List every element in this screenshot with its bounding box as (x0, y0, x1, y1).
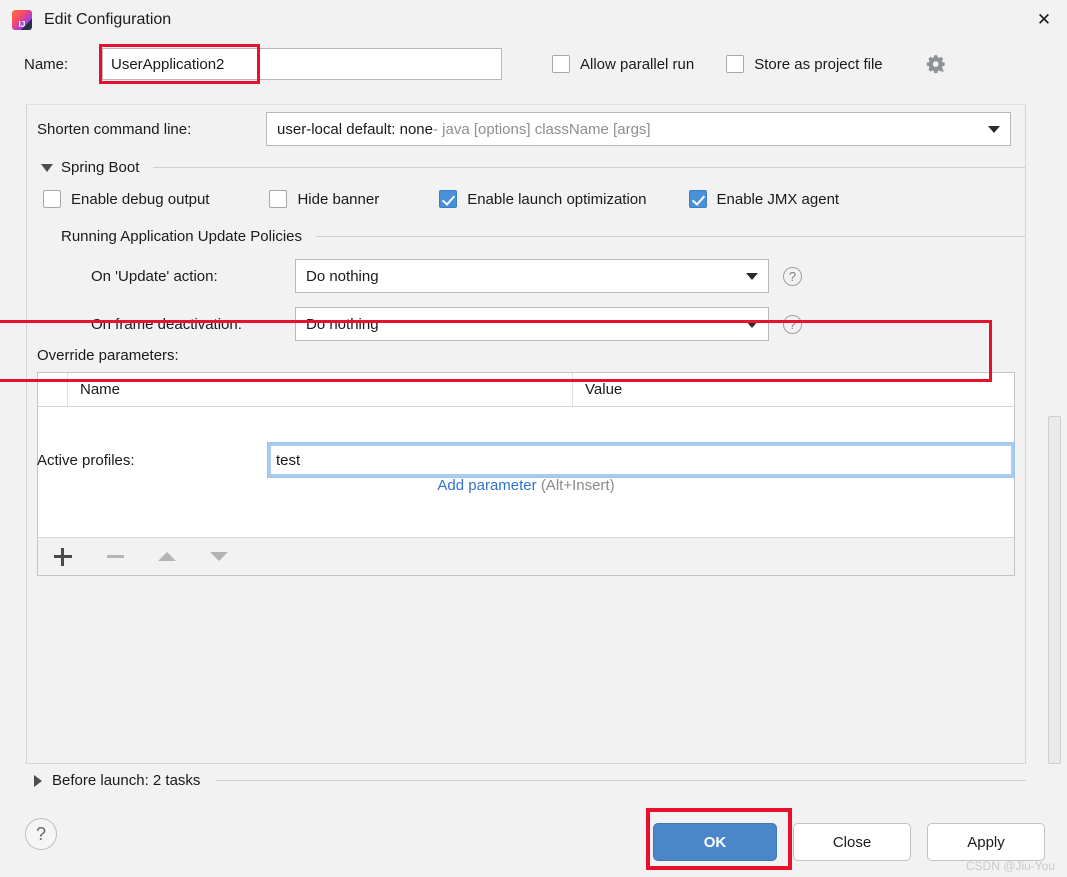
on-frame-deactivation-dropdown[interactable]: Do nothing (295, 307, 769, 341)
enable-debug-output-checkbox[interactable]: Enable debug output (43, 190, 209, 208)
dialog-footer: ? OK Close Apply (0, 805, 1067, 877)
close-button[interactable]: Close (793, 823, 911, 861)
store-as-project-file-label: Store as project file (754, 56, 882, 73)
footer-buttons: OK Close Apply (653, 823, 1045, 861)
name-label: Name: (24, 56, 88, 73)
active-profiles-row: Active profiles: (27, 429, 1025, 491)
update-policies-group-header: Running Application Update Policies (27, 228, 1025, 245)
collapse-triangle-icon[interactable] (41, 164, 53, 172)
hide-banner-label: Hide banner (297, 191, 379, 208)
spring-boot-checkbox-row: Enable debug output Hide banner Enable l… (27, 190, 1025, 208)
checkbox-box (726, 55, 744, 73)
before-launch-section: Before launch: 2 tasks (26, 772, 1026, 789)
enable-launch-optimization-checkbox[interactable]: Enable launch optimization (439, 190, 646, 208)
table-toolbar (38, 537, 1014, 575)
checkbox-box (43, 190, 61, 208)
on-update-action-label: On 'Update' action: (91, 268, 295, 285)
on-frame-deactivation-row: On frame deactivation: Do nothing ? (27, 307, 1025, 341)
group-divider (153, 167, 1025, 168)
move-down-button[interactable] (208, 546, 230, 568)
active-profiles-input[interactable] (267, 442, 1015, 478)
close-icon[interactable]: ✕ (1021, 0, 1067, 40)
hide-banner-checkbox[interactable]: Hide banner (269, 190, 379, 208)
gear-icon[interactable] (925, 53, 947, 75)
shorten-command-line-dropdown[interactable]: user-local default: none - java [options… (266, 112, 1011, 146)
window-title: Edit Configuration (44, 11, 171, 29)
expand-triangle-icon[interactable] (34, 775, 42, 787)
shorten-command-line-value: user-local default: none (277, 121, 433, 138)
add-parameter-button[interactable] (52, 546, 74, 568)
group-divider (216, 780, 1026, 781)
group-divider (316, 236, 1025, 237)
on-frame-deactivation-label: On frame deactivation: (91, 316, 295, 333)
intellij-idea-icon (12, 10, 32, 30)
spring-boot-title: Spring Boot (61, 159, 139, 176)
allow-parallel-run-label: Allow parallel run (580, 56, 694, 73)
enable-jmx-agent-label: Enable JMX agent (717, 191, 840, 208)
window-titlebar: Edit Configuration ✕ (0, 0, 1067, 40)
ok-button[interactable]: OK (653, 823, 777, 861)
name-row-options: Allow parallel run Store as project file (552, 53, 947, 75)
store-as-project-file-checkbox[interactable]: Store as project file (726, 55, 882, 73)
update-policies-title: Running Application Update Policies (61, 228, 302, 245)
column-header-name: Name (68, 373, 573, 406)
enable-jmx-agent-checkbox[interactable]: Enable JMX agent (689, 190, 840, 208)
on-update-action-dropdown[interactable]: Do nothing (295, 259, 769, 293)
name-row: Name: Allow parallel run Store as projec… (0, 40, 1067, 88)
enable-launch-optimization-label: Enable launch optimization (467, 191, 646, 208)
shorten-command-line-value-hint: - java [options] className [args] (433, 121, 651, 138)
help-icon[interactable]: ? (783, 315, 802, 334)
shorten-command-line-row: Shorten command line: user-local default… (27, 105, 1025, 153)
configuration-content-panel: Shorten command line: user-local default… (26, 104, 1026, 764)
chevron-down-icon (746, 321, 758, 328)
vertical-scrollbar[interactable] (1048, 416, 1061, 764)
allow-parallel-run-checkbox[interactable]: Allow parallel run (552, 55, 694, 73)
move-up-button[interactable] (156, 546, 178, 568)
table-gutter-column (38, 373, 68, 406)
help-button[interactable]: ? (25, 818, 57, 850)
watermark: CSDN @Jiu-You (966, 859, 1055, 873)
on-update-action-row: On 'Update' action: Do nothing ? (27, 259, 1025, 293)
spring-boot-group-header: Spring Boot (27, 159, 1025, 176)
on-frame-deactivation-value: Do nothing (306, 316, 379, 333)
chevron-down-icon (746, 273, 758, 280)
table-header-row: Name Value (38, 373, 1014, 407)
name-input[interactable] (102, 48, 502, 80)
shorten-command-line-label: Shorten command line: (37, 121, 266, 138)
checkbox-box (269, 190, 287, 208)
checkbox-box (552, 55, 570, 73)
active-profiles-label: Active profiles: (37, 452, 267, 469)
remove-parameter-button[interactable] (104, 546, 126, 568)
name-field-wrapper (102, 48, 502, 80)
override-parameters-label: Override parameters: (27, 347, 1025, 364)
enable-debug-output-label: Enable debug output (71, 191, 209, 208)
before-launch-label: Before launch: 2 tasks (52, 772, 200, 789)
on-update-action-value: Do nothing (306, 268, 379, 285)
checkbox-box-checked (689, 190, 707, 208)
help-icon[interactable]: ? (783, 267, 802, 286)
checkbox-box-checked (439, 190, 457, 208)
apply-button[interactable]: Apply (927, 823, 1045, 861)
chevron-down-icon (988, 126, 1000, 133)
column-header-value: Value (573, 373, 1014, 406)
